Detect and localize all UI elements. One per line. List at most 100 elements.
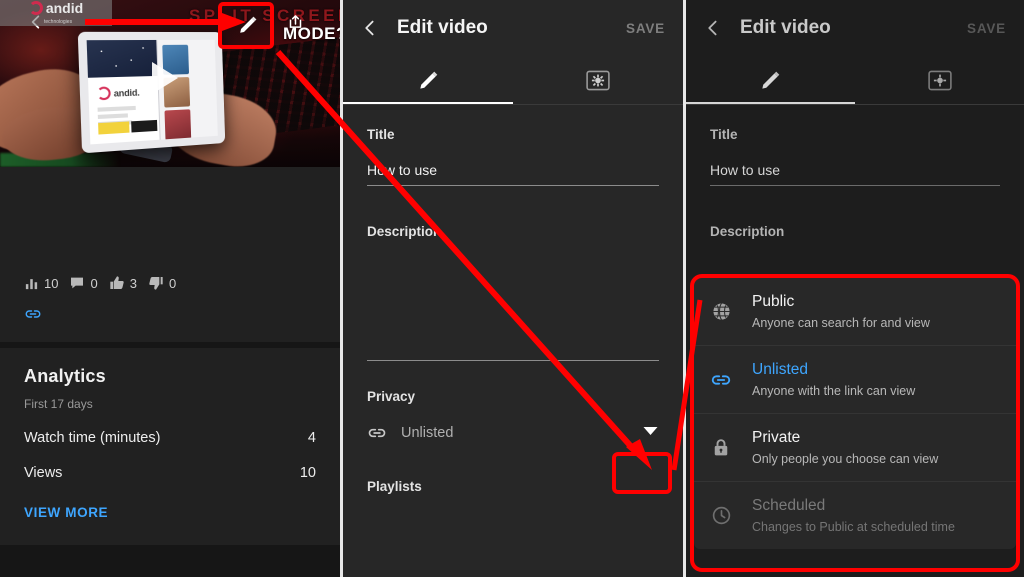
view-more-button[interactable]: VIEW MORE (24, 505, 316, 520)
tab-details[interactable] (343, 56, 513, 104)
privacy-value: Unlisted (401, 425, 454, 441)
privacy-option-unlisted[interactable]: Unlisted Anyone with the link can view (694, 345, 1016, 413)
option-title: Unlisted (752, 361, 808, 378)
stat-views: 10 (24, 276, 58, 291)
bottom-strip (0, 545, 340, 577)
views-count: 10 (44, 275, 59, 291)
tablet-dark-block (131, 119, 158, 133)
video-thumbnail[interactable]: andid. SPLIT SCREEN MODE andid technolog… (0, 0, 340, 167)
screenshot-root: andid. SPLIT SCREEN MODE andid technolog… (0, 0, 1024, 577)
analytics-label: Watch time (minutes) (24, 430, 161, 446)
description-field-label: Description (367, 224, 442, 239)
tab-details[interactable] (686, 56, 855, 104)
tabs-rule (686, 104, 1024, 105)
monetization-gear-icon (586, 70, 610, 90)
thumbs-up-icon (110, 276, 124, 289)
edit-video-tabs-dimmed (686, 56, 1024, 104)
edit-video-header-dimmed: Edit video SAVE (686, 0, 1024, 56)
channel-watermark: andid technologies (0, 0, 112, 26)
video-detail-panel: andid. SPLIT SCREEN MODE andid technolog… (0, 0, 340, 577)
option-description: Only people you choose can view (752, 452, 939, 466)
dislikes-count: 0 (168, 275, 177, 291)
edit-video-form: Title How to use Description Privacy Unl… (343, 127, 683, 494)
option-title: Private (752, 429, 801, 446)
link-row[interactable] (24, 305, 42, 328)
active-tab-underline (686, 101, 855, 104)
edit-video-form-dimmed: Title How to use Description (686, 127, 1024, 239)
link-icon (368, 428, 386, 438)
comment-icon (71, 277, 84, 289)
watermark-brand: andid (45, 0, 84, 16)
privacy-dialog-panel: Edit video SAVE Title How to use Descrip… (686, 0, 1024, 577)
title-field-label: Title (710, 127, 738, 142)
tablet-brand-logo: andid. (96, 85, 158, 101)
bar-chart-icon (25, 278, 38, 289)
overlay-headline-2: MODE? (283, 24, 340, 43)
tablet-brand-label: andid. (113, 87, 140, 99)
privacy-option-scheduled[interactable]: Scheduled Changes to Public at scheduled… (694, 481, 1016, 549)
stat-dislikes: 0 (148, 275, 176, 291)
monetization-gear-icon (927, 70, 952, 90)
globe-icon (706, 301, 736, 322)
option-description: Changes to Public at scheduled time (752, 520, 955, 534)
thumbs-down-icon (149, 277, 163, 290)
edit-video-tabs (343, 56, 683, 104)
likes-count: 3 (129, 275, 137, 291)
tablet-yellow-block (98, 121, 130, 135)
edit-video-panel: Edit video SAVE Title How to use Descrip… (343, 0, 683, 577)
back-chevron-icon[interactable] (361, 19, 379, 37)
comments-count: 0 (90, 275, 98, 291)
option-description: Anyone can search for and view (752, 316, 930, 330)
page-title: Edit video (397, 17, 488, 38)
active-tab-underline (343, 101, 513, 104)
tablet-hero-banner (86, 39, 158, 78)
watermark-ring-icon (28, 1, 43, 15)
analytics-subtitle: First 17 days (24, 397, 93, 411)
video-stats-block: 10 0 3 0 (0, 167, 340, 342)
description-input[interactable] (367, 239, 659, 361)
analytics-value: 4 (307, 430, 316, 446)
watermark-sub: technologies (44, 19, 73, 25)
option-title: Public (752, 293, 795, 310)
save-button[interactable]: SAVE (626, 21, 665, 36)
stats-row: 10 0 3 0 (24, 275, 176, 291)
title-field-label: Title (367, 127, 395, 142)
analytics-card: Analytics First 17 days Watch time (minu… (0, 348, 340, 520)
option-title: Scheduled (752, 497, 826, 514)
analytics-title: Analytics (24, 366, 106, 386)
save-button[interactable]: SAVE (967, 21, 1006, 36)
clock-icon (706, 505, 736, 526)
pencil-highlight-box (218, 2, 274, 49)
lock-icon (706, 437, 736, 458)
privacy-options-sheet: Public Anyone can search for and view Un… (694, 278, 1016, 549)
chevron-down-icon[interactable] (642, 424, 659, 442)
privacy-option-private[interactable]: Private Only people you choose can view (694, 413, 1016, 481)
privacy-option-public[interactable]: Public Anyone can search for and view (694, 278, 1016, 345)
page-title: Edit video (740, 17, 831, 38)
play-icon[interactable] (152, 62, 178, 94)
analytics-value: 10 (299, 465, 316, 481)
title-input[interactable]: How to use (367, 162, 659, 186)
edit-video-header: Edit video SAVE (343, 0, 683, 56)
privacy-field-label: Privacy (367, 389, 416, 404)
analytics-row-watchtime: Watch time (minutes) 4 (24, 430, 316, 446)
pencil-icon (762, 71, 780, 89)
stat-comments: 0 (69, 275, 98, 291)
link-icon[interactable] (24, 305, 42, 323)
analytics-row-views: Views 10 (24, 465, 316, 481)
option-description: Anyone with the link can view (752, 384, 916, 398)
back-chevron-icon[interactable] (704, 19, 722, 37)
playlists-field-label: Playlists (367, 479, 422, 494)
brand-ring-icon (96, 86, 111, 101)
privacy-selector[interactable]: Unlisted (367, 423, 659, 443)
title-input[interactable]: How to use (710, 162, 1000, 186)
link-icon (706, 369, 736, 391)
tab-monetization[interactable] (855, 56, 1024, 104)
analytics-label: Views (24, 465, 63, 481)
tab-monetization[interactable] (513, 56, 683, 104)
description-field-label: Description (710, 224, 785, 239)
stat-likes: 3 (109, 275, 137, 291)
tablet-left-pane: andid. (86, 39, 160, 145)
pencil-icon (419, 71, 437, 89)
tabs-rule (343, 104, 683, 105)
